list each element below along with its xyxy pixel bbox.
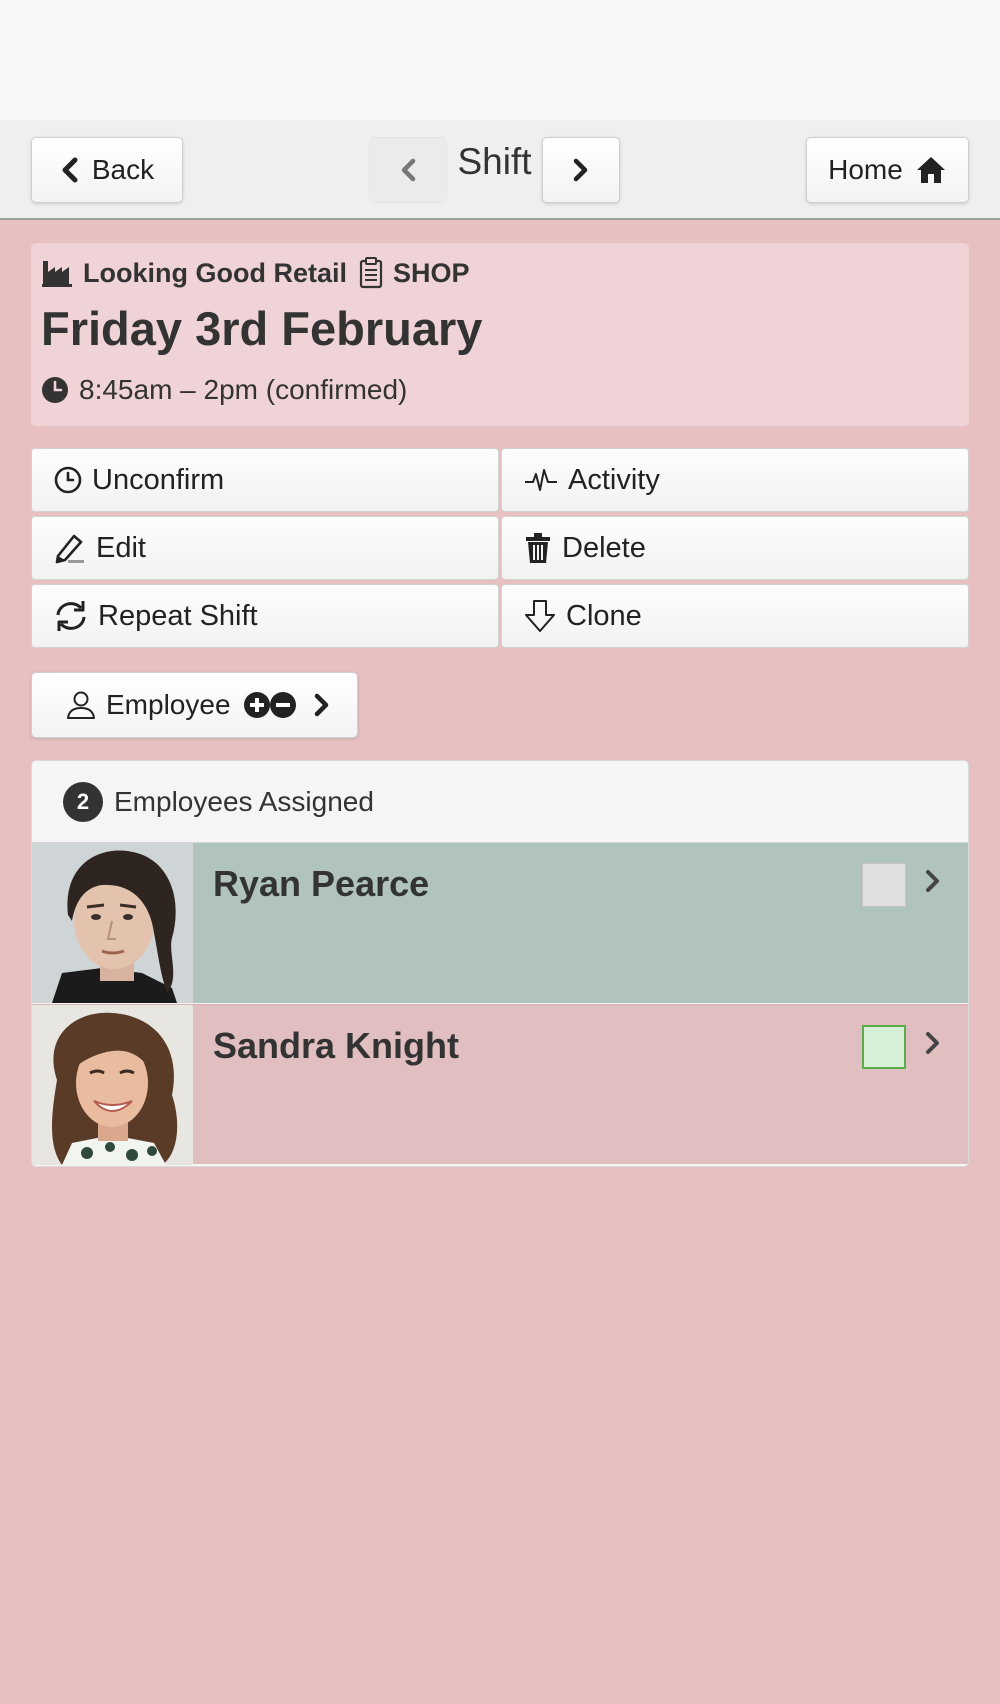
trash-icon — [526, 533, 550, 563]
clock-icon — [42, 377, 68, 403]
location-name: SHOP — [393, 257, 470, 288]
employee-row[interactable]: Sandra Knight — [32, 1004, 968, 1165]
company-name: Looking Good Retail — [83, 257, 347, 288]
shift-date: Friday 3rd February — [41, 302, 483, 355]
factory-icon — [41, 258, 73, 288]
avatar — [32, 843, 193, 1003]
home-icon — [916, 157, 945, 183]
assigned-count-badge: 2 — [63, 781, 103, 822]
shift-info-panel: Looking Good Retail SHOP Friday 3rd Febr… — [31, 243, 969, 426]
repeat-shift-button[interactable]: Repeat Shift — [31, 584, 499, 648]
avatar — [32, 1005, 193, 1165]
chevron-right-icon — [314, 693, 328, 717]
assigned-employees-panel: 2 Employees Assigned Ryan Pearce Sandra … — [31, 760, 969, 1167]
employee-row[interactable]: Ryan Pearce — [32, 843, 968, 1003]
user-icon — [67, 691, 95, 719]
unconfirm-button[interactable]: Unconfirm — [31, 448, 499, 512]
minus-circle-icon — [269, 692, 296, 718]
home-label: Home — [828, 154, 903, 185]
assigned-header: 2 Employees Assigned — [32, 761, 968, 843]
employee-status-checkbox[interactable] — [862, 1025, 906, 1069]
clone-icon — [525, 600, 555, 632]
home-button[interactable]: Home — [806, 137, 969, 203]
chevron-right-icon — [573, 158, 588, 182]
assigned-label: Employees Assigned — [114, 785, 374, 817]
clone-button[interactable]: Clone — [501, 584, 969, 648]
chevron-right-icon — [926, 1032, 939, 1054]
back-label: Back — [91, 154, 155, 185]
employee-button-label: Employee — [106, 689, 231, 720]
chevron-right-icon — [926, 870, 939, 892]
edit-button[interactable]: Edit — [31, 516, 499, 580]
edit-icon — [55, 534, 84, 564]
previous-shift-button[interactable] — [369, 137, 447, 203]
employee-status-checkbox[interactable] — [862, 863, 906, 907]
delete-button[interactable]: Delete — [501, 516, 969, 580]
chevron-left-icon — [401, 158, 416, 182]
employee-add-remove-button[interactable]: Employee — [31, 672, 358, 738]
chevron-left-icon — [62, 157, 78, 183]
back-button[interactable]: Back — [31, 137, 183, 203]
clock-icon — [54, 466, 82, 494]
clipboard-icon — [359, 257, 383, 289]
page-title: Shift — [457, 141, 532, 182]
plus-circle-icon — [243, 692, 270, 718]
activity-button[interactable]: Activity — [501, 448, 969, 512]
employee-name: Sandra Knight — [213, 1025, 460, 1066]
shift-actions: Unconfirm Activity Edit Delete Repeat Sh… — [31, 448, 969, 650]
next-shift-button[interactable] — [542, 137, 620, 203]
employee-name: Ryan Pearce — [213, 863, 430, 904]
shift-time: 8:45am – 2pm (confirmed) — [79, 374, 408, 405]
status-bar — [0, 0, 1000, 120]
activity-icon — [525, 469, 557, 491]
repeat-icon — [56, 601, 86, 631]
